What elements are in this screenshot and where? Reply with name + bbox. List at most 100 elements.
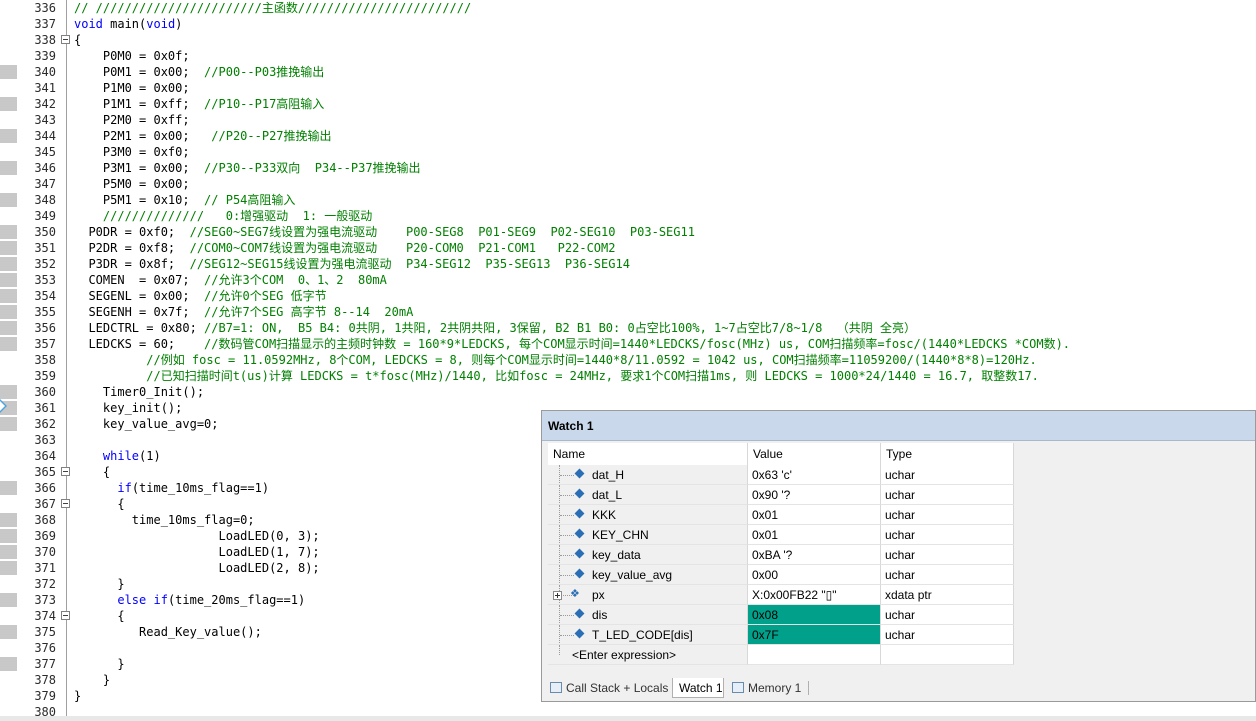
code-line[interactable]: 345 P3M0 = 0xf0; [0,144,1256,160]
fold-toggle-icon[interactable] [61,467,70,476]
code-line[interactable]: 358 //例如 fosc = 11.0592MHz, 8个COM, LEDCK… [0,352,1256,368]
line-number: 367 [34,497,56,511]
code-line[interactable]: 337 void main(void) [0,16,1256,32]
column-header-name[interactable]: Name [548,443,748,465]
horizontal-scrollbar[interactable] [0,716,1256,721]
watch-variable-name: KKK [592,508,617,522]
watch-cell-value[interactable]: X:0x00FB22 "▯" [748,585,881,605]
line-number: 377 [34,657,56,671]
watch-cell-type: uchar [881,565,1014,585]
code-line[interactable]: 360 Timer0_Init(); [0,384,1256,400]
watch-cell-value[interactable]: 0x90 '? [748,485,881,505]
code-line[interactable]: 357 LEDCKS = 60; //数码管COM扫描显示的主频时钟数 = 16… [0,336,1256,352]
fold-toggle-icon[interactable] [61,35,70,44]
watch-row[interactable]: KKK 0x01 uchar [548,505,1014,525]
watch-cell-name[interactable]: key_value_avg [548,565,748,585]
code-text: Read_Key_value(); [74,624,262,640]
watch-cell-value[interactable]: 0x01 [748,525,881,545]
line-number: 372 [34,577,56,591]
line-number: 362 [34,417,56,431]
code-line[interactable]: 355 SEGENH = 0x7f; //允许7个SEG 高字节 8--14 2… [0,304,1256,320]
watch-cell-name[interactable]: dat_H [548,465,748,485]
code-line[interactable]: 353 COMEN = 0x07; //允许3个COM 0、1、2 80mA [0,272,1256,288]
variable-icon [574,548,585,559]
watch-cell-name[interactable]: ❖ px [548,585,748,605]
code-line[interactable]: 342 P1M1 = 0xff; //P10--P17高阻输入 [0,96,1256,112]
watch-row[interactable]: dat_H 0x63 'c' uchar [548,465,1014,485]
watch-cell-name[interactable]: dis [548,605,748,625]
tab-memory-1[interactable]: Memory 1 [728,678,808,698]
line-number: 358 [34,353,56,367]
code-line[interactable]: 350 P0DR = 0xf0; //SEG0~SEG7线设置为强电流驱动 P0… [0,224,1256,240]
watch-cell-name[interactable]: dat_L [548,485,748,505]
column-header-value[interactable]: Value [748,443,881,465]
code-comment: // P54高阻输入 [204,193,296,207]
watch-cell-value[interactable]: 0x08 [748,605,881,625]
watch-row-enter-expression[interactable]: <Enter expression> [548,645,1014,665]
code-keyword: void [146,17,176,31]
code-token: P0M1 = 0x00; [74,65,205,79]
watch-cell-value[interactable]: 0xBA '? [748,545,881,565]
code-line[interactable]: 354 SEGENL = 0x00; //允许0个SEG 低字节 [0,288,1256,304]
watch-variable-name: dat_L [592,488,623,502]
code-text: P1M1 = 0xff; //P10--P17高阻输入 [74,96,324,112]
watch-row[interactable]: T_LED_CODE[dis] 0x7F uchar [548,625,1014,645]
watch-cell-name[interactable]: KEY_CHN [548,525,748,545]
watch-cell-type-empty [881,645,1014,665]
code-line[interactable]: 344 P2M1 = 0x00; //P20--P27推挽输出 [0,128,1256,144]
enter-expression-label: <Enter expression> [572,648,677,662]
code-line[interactable]: 348 P5M1 = 0x10; // P54高阻输入 [0,192,1256,208]
fold-toggle-icon[interactable] [61,499,70,508]
watch-row[interactable]: dis 0x08 uchar [548,605,1014,625]
code-text: else if(time_20ms_flag==1) [74,592,305,608]
line-number: 337 [34,17,56,31]
code-line[interactable]: 347 P5M0 = 0x00; [0,176,1256,192]
fold-toggle-icon[interactable] [61,611,70,620]
watch-cell-value[interactable]: 0x01 [748,505,881,525]
code-token: LoadLED(0, 3); [74,529,320,543]
watch-cell-name[interactable]: T_LED_CODE[dis] [548,625,748,645]
line-number: 339 [34,49,56,63]
code-line[interactable]: 341 P1M0 = 0x00; [0,80,1256,96]
line-number: 355 [34,305,56,319]
watch-row[interactable]: KEY_CHN 0x01 uchar [548,525,1014,545]
code-line[interactable]: 338 { [0,32,1256,48]
watch-cell-name[interactable]: KKK [548,505,748,525]
watch-cell-type: uchar [881,465,1014,485]
code-comment: //P10--P17高阻输入 [204,97,325,111]
code-line[interactable]: 349 ////////////// 0:增强驱动 1: 一般驱动 [0,208,1256,224]
watch-cell-value[interactable]: 0x7F [748,625,881,645]
tab-watch-1[interactable]: Watch 1 [672,678,724,698]
code-line[interactable]: 340 P0M1 = 0x00; //P00--P03推挽输出 [0,64,1256,80]
enter-expression-cell[interactable]: <Enter expression> [548,645,748,665]
expand-icon[interactable] [553,591,562,600]
tab-call-stack-locals[interactable]: Call Stack + Locals [546,678,671,698]
watch-grid[interactable]: Name Value Type dat_H 0x63 'c' uchar dat_L 0… [548,443,1014,665]
watch-row[interactable]: dat_L 0x90 '? uchar [548,485,1014,505]
watch-cell-value[interactable]: 0x63 'c' [748,465,881,485]
code-line[interactable]: 339 P0M0 = 0x0f; [0,48,1256,64]
code-line[interactable]: 343 P2M0 = 0xff; [0,112,1256,128]
watch-window[interactable]: Watch 1 Name Value Type dat_H 0x63 'c' uch… [541,410,1256,702]
watch-cell-value[interactable]: 0x00 [748,565,881,585]
code-line[interactable]: 336 // ///////////////////////主函数////////… [0,0,1256,16]
line-number: 356 [34,321,56,335]
code-token: key_value_avg=0; [74,417,219,431]
column-header-type[interactable]: Type [881,443,1014,465]
watch-row[interactable]: key_value_avg 0x00 uchar [548,565,1014,585]
code-line[interactable]: 346 P3M1 = 0x00; //P30--P33双向 P34--P37推挽… [0,160,1256,176]
code-line[interactable]: 356 LEDCTRL = 0x80; //B7=1: ON, B5 B4: 0… [0,320,1256,336]
watch-row[interactable]: ❖ px X:0x00FB22 "▯" xdata ptr [548,585,1014,605]
code-text: } [74,688,81,704]
watch-cell-name[interactable]: key_data [548,545,748,565]
watch-row[interactable]: key_data 0xBA '? uchar [548,545,1014,565]
code-line[interactable]: 352 P3DR = 0x8f; //SEG12~SEG15线设置为强电流驱动 … [0,256,1256,272]
line-number: 343 [34,113,56,127]
watch-title-bar[interactable]: Watch 1 [542,411,1255,441]
code-keyword: if [117,481,132,495]
code-line[interactable]: 359 //已知扫描时间t(us)计算 LEDCKS = t*fosc(MHz)… [0,368,1256,384]
code-token: ) [175,17,183,31]
code-line[interactable]: 351 P2DR = 0xf8; //COM0~COM7线设置为强电流驱动 P2… [0,240,1256,256]
code-text: LoadLED(2, 8); [74,560,319,576]
code-token: P3M1 = 0x00; [74,161,205,175]
